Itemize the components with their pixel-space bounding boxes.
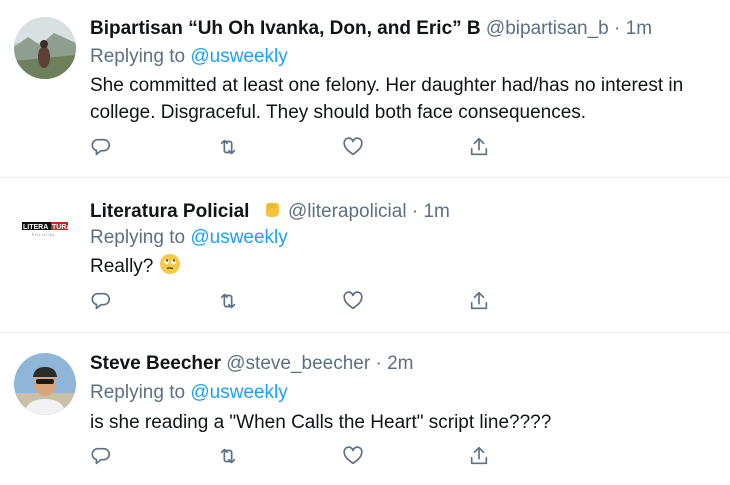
replying-to: Replying to @usweekly <box>90 227 288 249</box>
tweet-header: Bipartisan “Uh Oh Ivanka, Don, and Eric”… <box>90 18 652 40</box>
separator-dot: · <box>375 353 382 374</box>
replying-to-link[interactable]: @usweekly <box>190 46 287 67</box>
retweet-icon <box>220 139 236 155</box>
retweet-button[interactable] <box>215 288 241 314</box>
avatar[interactable] <box>14 353 76 415</box>
replying-to: Replying to @usweekly <box>90 46 288 68</box>
avatar[interactable] <box>14 17 76 79</box>
avatar[interactable]: LITERA TURA POLICIAL <box>14 200 76 262</box>
like-button[interactable] <box>340 288 366 314</box>
retweet-icon <box>220 448 236 464</box>
author-handle[interactable]: @literapolicial <box>288 201 407 222</box>
tweet-actions <box>0 288 730 314</box>
raised-fist-emoji <box>261 198 283 220</box>
separator-dot: · <box>614 18 621 39</box>
author-name[interactable]: Bipartisan “Uh Oh Ivanka, Don, and Eric”… <box>90 18 481 39</box>
author-handle[interactable]: @bipartisan_b <box>486 18 609 39</box>
heart-icon <box>343 291 363 310</box>
timestamp[interactable]: 2m <box>387 353 413 374</box>
literatura-logo: LITERA TURA POLICIAL <box>14 200 76 262</box>
reply-icon <box>91 138 110 156</box>
author-name[interactable]: Literatura Policial <box>90 201 249 222</box>
replying-to-link[interactable]: @usweekly <box>190 382 287 403</box>
tweet-actions <box>0 443 730 469</box>
reply-button[interactable] <box>88 134 114 160</box>
tweet-header: Literatura Policial @literapolicial · 1m <box>90 198 450 223</box>
tweet-text: is she reading a "When Calls the Heart" … <box>90 412 552 433</box>
tweet-text: Really? <box>90 253 715 280</box>
replying-to: Replying to @usweekly <box>90 382 288 404</box>
tweet-actions <box>0 134 730 160</box>
eye-roll-emoji <box>159 253 181 275</box>
heart-icon <box>343 446 363 465</box>
heart-icon <box>343 137 363 156</box>
retweet-button[interactable] <box>215 134 241 160</box>
replying-to-link[interactable]: @usweekly <box>190 227 287 248</box>
author-name[interactable]: Steve Beecher <box>90 353 221 374</box>
retweet-icon <box>220 293 236 309</box>
tweet-text: She committed at least one felony. Her d… <box>90 75 684 123</box>
reply-icon <box>91 447 110 465</box>
retweet-button[interactable] <box>215 443 241 469</box>
share-icon <box>470 137 488 156</box>
timestamp[interactable]: 1m <box>423 201 449 222</box>
reply-button[interactable] <box>88 288 114 314</box>
svg-text:POLICIAL: POLICIAL <box>32 233 56 237</box>
share-button[interactable] <box>466 134 492 160</box>
reply-icon <box>91 292 110 310</box>
timestamp[interactable]: 1m <box>626 18 652 39</box>
replying-to-label: Replying to <box>90 227 186 248</box>
svg-text:LITERA: LITERA <box>23 224 48 231</box>
like-button[interactable] <box>340 134 366 160</box>
replying-to-label: Replying to <box>90 382 186 403</box>
svg-text:TURA: TURA <box>52 224 71 231</box>
separator-dot: · <box>411 201 419 222</box>
replying-to-label: Replying to <box>90 46 186 67</box>
share-icon <box>470 446 488 465</box>
reply-button[interactable] <box>88 443 114 469</box>
tweet-text-content: Really? <box>90 256 154 277</box>
share-button[interactable] <box>466 443 492 469</box>
author-handle[interactable]: @steve_beecher <box>226 353 370 374</box>
like-button[interactable] <box>340 443 366 469</box>
tweet-header: Steve Beecher @steve_beecher · 2m <box>90 353 413 375</box>
share-icon <box>470 291 488 310</box>
share-button[interactable] <box>466 288 492 314</box>
